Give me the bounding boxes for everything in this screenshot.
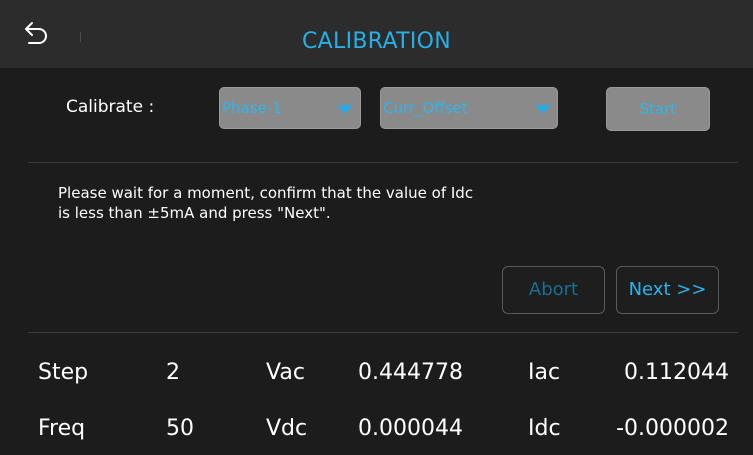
freq-label: Freq (38, 416, 86, 441)
calibration-mode-select[interactable]: Curr_Offset (380, 87, 558, 129)
abort-button[interactable]: Abort (502, 266, 605, 314)
phase-select-value: Phase-1 (222, 99, 282, 117)
vdc-value: 0.000044 (358, 416, 463, 441)
phase-select[interactable]: Phase-1 (219, 87, 361, 129)
divider (28, 162, 738, 163)
title-bar: CALIBRATION (0, 0, 753, 68)
idc-value: -0.000002 (616, 416, 729, 441)
step-value: 2 (166, 360, 180, 385)
iac-label: Iac (528, 360, 561, 385)
instruction-message: Please wait for a moment, confirm that t… (58, 184, 474, 222)
start-button[interactable]: Start (606, 87, 710, 131)
mode-select-value: Curr_Offset (383, 99, 468, 117)
idc-label: Idc (528, 416, 561, 441)
freq-value: 50 (166, 416, 194, 441)
iac-value: 0.112044 (624, 360, 729, 385)
chevron-down-icon (535, 105, 551, 114)
next-button[interactable]: Next >> (616, 266, 719, 314)
calibrate-label: Calibrate : (66, 97, 155, 117)
vac-label: Vac (266, 360, 305, 385)
chevron-down-icon (337, 105, 353, 114)
page-title: CALIBRATION (302, 29, 451, 54)
calibration-screen: CALIBRATION Calibrate : Phase-1 Curr_Off… (0, 0, 753, 455)
step-label: Step (38, 360, 89, 385)
vdc-label: Vdc (266, 416, 308, 441)
vac-value: 0.444778 (358, 360, 463, 385)
divider (28, 332, 738, 333)
